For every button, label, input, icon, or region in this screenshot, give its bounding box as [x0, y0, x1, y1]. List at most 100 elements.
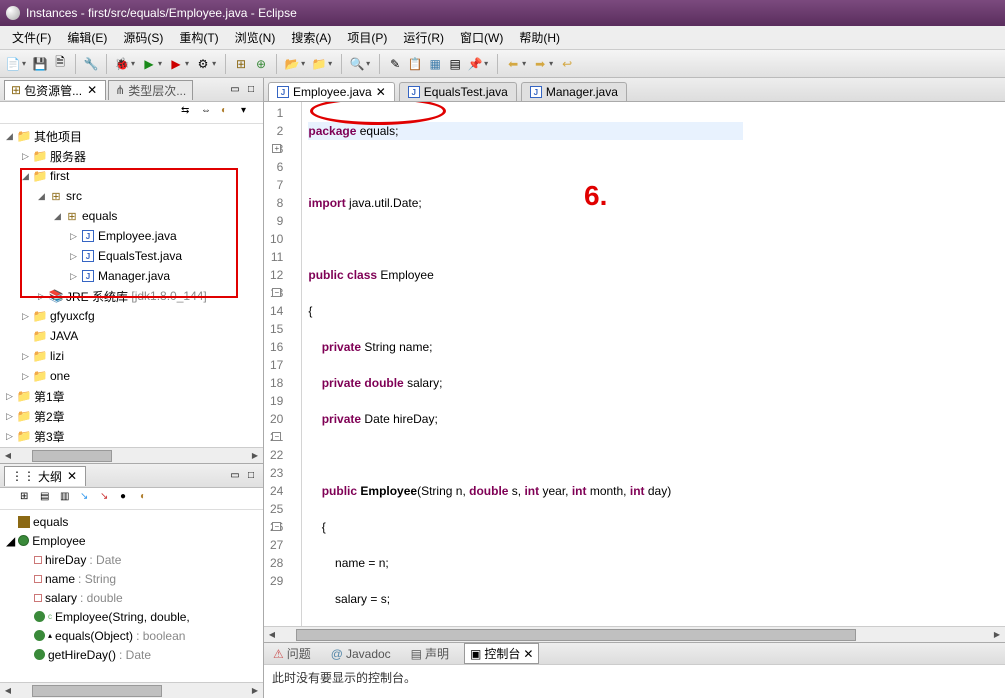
external-tools-button[interactable]: ⚙: [194, 55, 212, 73]
outline-method-gethireday[interactable]: getHireDay(): Date: [0, 645, 263, 664]
tab-package-explorer[interactable]: ⊞ 包资源管... ✕: [4, 80, 106, 100]
editor-h-scrollbar[interactable]: ◀▶: [264, 626, 1005, 642]
h-scrollbar[interactable]: ◀▶: [0, 447, 263, 463]
debug-button[interactable]: 🐞: [113, 55, 131, 73]
outline-tree[interactable]: equals ◢Employee hireDay: Date name: Str…: [0, 510, 263, 682]
package-icon: [18, 516, 30, 528]
tree-node-lizi[interactable]: ▷📁lizi: [0, 346, 263, 366]
close-icon[interactable]: ✕: [85, 83, 99, 97]
menu-source[interactable]: 源码(S): [115, 27, 171, 48]
new-package-button[interactable]: ⊞: [232, 55, 250, 73]
run-button[interactable]: ▶: [140, 55, 158, 73]
maximize-icon[interactable]: □: [244, 83, 258, 97]
close-icon[interactable]: ✕: [376, 85, 386, 99]
close-icon[interactable]: ✕: [523, 647, 533, 661]
menu-window[interactable]: 窗口(W): [452, 27, 511, 48]
collapse-all-button[interactable]: ⇆: [181, 105, 197, 121]
tree-node-first[interactable]: ◢📁first: [0, 166, 263, 186]
package-explorer-tree[interactable]: ◢📁其他项目 ▷📁服务器 ◢📁first ◢⊞src ◢⊞equals ▷JEm…: [0, 124, 263, 447]
menu-help[interactable]: 帮助(H): [511, 27, 568, 48]
tree-node-java[interactable]: 📁JAVA: [0, 326, 263, 346]
menu-project[interactable]: 项目(P): [339, 27, 395, 48]
tree-node-ch1[interactable]: ▷📁第1章: [0, 386, 263, 406]
menu-search[interactable]: 搜索(A): [283, 27, 339, 48]
method-icon: [34, 611, 45, 622]
tab-console[interactable]: ▣控制台✕: [464, 643, 539, 664]
outline-field-hireday[interactable]: hireDay: Date: [0, 550, 263, 569]
editor-config-button[interactable]: ▤: [446, 55, 464, 73]
nav-forward-button[interactable]: ➡: [531, 55, 549, 73]
tab-javadoc[interactable]: @Javadoc: [326, 646, 396, 662]
nav-last-edit-button[interactable]: ↩: [558, 55, 576, 73]
menu-file[interactable]: 文件(F): [4, 27, 59, 48]
open-folder-button[interactable]: 📁: [310, 55, 328, 73]
tab-problems[interactable]: ⚠问题: [268, 644, 316, 663]
tab-type-hierarchy[interactable]: ⋔ 类型层次...: [108, 80, 193, 100]
tree-node-manager[interactable]: ▷JManager.java: [0, 266, 263, 286]
tree-node-gfyuxcfg[interactable]: ▷📁gfyuxcfg: [0, 306, 263, 326]
open-project-button[interactable]: 📂: [283, 55, 301, 73]
close-icon[interactable]: ✕: [65, 469, 79, 483]
save-all-button[interactable]: 🗎: [51, 55, 69, 73]
run-last-button[interactable]: ▶: [167, 55, 185, 73]
tree-node-one[interactable]: ▷📁one: [0, 366, 263, 386]
outline-field-salary[interactable]: salary: double: [0, 588, 263, 607]
sort-button[interactable]: ⊞: [20, 491, 36, 507]
code-content[interactable]: package equals; import java.util.Date; p…: [302, 102, 749, 626]
h-scrollbar[interactable]: ◀▶: [0, 682, 263, 698]
save-button[interactable]: 💾: [31, 55, 49, 73]
problems-icon: ⚠: [273, 647, 284, 661]
tree-node-server[interactable]: ▷📁服务器: [0, 146, 263, 166]
new-button[interactable]: 📄: [4, 55, 22, 73]
method-icon: [34, 630, 45, 641]
outline-method-ctor[interactable]: cEmployee(String, double,: [0, 607, 263, 626]
editor-tab-employee[interactable]: JEmployee.java✕: [268, 82, 395, 101]
pin-button[interactable]: 📌: [466, 55, 484, 73]
link-editor-button[interactable]: ⇔: [201, 105, 217, 121]
hide-static-button[interactable]: ↘: [100, 491, 116, 507]
menu-navigate[interactable]: 浏览(N): [227, 27, 284, 48]
project-icon: 📁: [32, 168, 48, 184]
java-file-icon: J: [80, 268, 96, 284]
tree-node-ch2[interactable]: ▷📁第2章: [0, 406, 263, 426]
editor-tab-equalstest[interactable]: JEqualsTest.java: [399, 82, 517, 101]
nav-back-button[interactable]: ⬅: [504, 55, 522, 73]
menu-run[interactable]: 运行(R): [395, 27, 452, 48]
hide-fields-button[interactable]: ↘: [80, 491, 96, 507]
tree-node-jre[interactable]: ▷📚JRE 系统库 [jdk1.8.0_144]: [0, 286, 263, 306]
open-type-button[interactable]: 🔧: [82, 55, 100, 73]
outline-package[interactable]: equals: [0, 512, 263, 531]
tab-declaration[interactable]: ▤声明: [406, 644, 454, 663]
view-menu-button[interactable]: ▾: [241, 105, 257, 121]
tree-node-other[interactable]: ◢📁其他项目: [0, 126, 263, 146]
annotation-button[interactable]: 📋: [406, 55, 424, 73]
menu-refactor[interactable]: 重构(T): [171, 27, 226, 48]
outline-field-name[interactable]: name: String: [0, 569, 263, 588]
search-button[interactable]: 🔍: [348, 55, 366, 73]
filter-button-2[interactable]: ▥: [60, 491, 76, 507]
filter-button[interactable]: ▤: [40, 491, 56, 507]
outline-method-equals[interactable]: ▴equals(Object): boolean: [0, 626, 263, 645]
maximize-icon[interactable]: □: [244, 469, 258, 483]
tree-node-src[interactable]: ◢⊞src: [0, 186, 263, 206]
outline-header: ⋮⋮ 大纲 ✕ ▭ □: [0, 464, 263, 488]
menu-edit[interactable]: 编辑(E): [59, 27, 115, 48]
tree-node-ch3[interactable]: ▷📁第3章: [0, 426, 263, 446]
tree-node-equalstest[interactable]: ▷JEqualsTest.java: [0, 246, 263, 266]
tab-outline[interactable]: ⋮⋮ 大纲 ✕: [4, 466, 86, 486]
tree-node-employee[interactable]: ▷JEmployee.java: [0, 226, 263, 246]
outline-class[interactable]: ◢Employee: [0, 531, 263, 550]
minimize-icon[interactable]: ▭: [228, 83, 242, 97]
hide-nonpublic-button[interactable]: ●: [120, 491, 136, 507]
toggle-mark-button[interactable]: ✎: [386, 55, 404, 73]
tree-node-equals-pkg[interactable]: ◢⊞equals: [0, 206, 263, 226]
editor-tab-manager[interactable]: JManager.java: [521, 82, 627, 101]
minimize-icon[interactable]: ▭: [228, 469, 242, 483]
new-class-button[interactable]: ⊕: [252, 55, 270, 73]
hide-local-button[interactable]: ◐: [140, 491, 156, 507]
task-button[interactable]: ▦: [426, 55, 444, 73]
project-icon: 📁: [32, 368, 48, 384]
folder-icon: 📁: [32, 148, 48, 164]
focus-button[interactable]: ◐: [221, 105, 237, 121]
code-editor[interactable]: 123+ 678 91011 1213−14 151617 181920 21−…: [264, 102, 1005, 626]
